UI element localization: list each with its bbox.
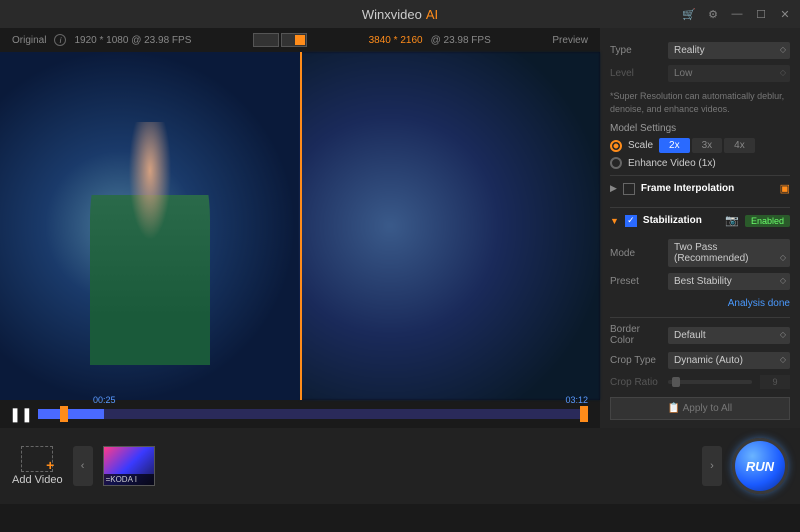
ratio-value: 9 [760, 375, 790, 389]
compare-divider[interactable] [300, 52, 302, 400]
frame-interp-checkbox[interactable] [623, 183, 635, 195]
enhance-label: Enhance Video (1x) [628, 158, 716, 169]
time-current: 00:25 [93, 395, 116, 405]
crop-select[interactable]: Dynamic (Auto) [668, 352, 790, 369]
thumb-next-button[interactable]: › [702, 446, 722, 486]
enabled-badge: Enabled [745, 215, 790, 227]
add-video-button[interactable]: Add Video [12, 446, 63, 486]
timeline-start-handle[interactable] [60, 406, 68, 422]
output-fps: @ 23.98 FPS [431, 35, 491, 46]
crop-label: Crop Type [610, 355, 660, 366]
stabilization-checkbox[interactable] [625, 215, 637, 227]
scale-2x[interactable]: 2x [659, 138, 690, 153]
app-name: Winxvideo [362, 7, 422, 22]
model-settings-label: Model Settings [610, 123, 790, 134]
preset-select[interactable]: Best Stability [668, 273, 790, 290]
preset-label: Preset [610, 276, 660, 287]
timeline-scrubber[interactable]: 00:25 03:12 [38, 409, 588, 419]
time-total: 03:12 [565, 395, 588, 405]
analysis-status: Analysis done [610, 298, 790, 309]
mode-select[interactable]: Two Pass (Recommended) [668, 239, 790, 267]
chevron-down-icon: ▼ [610, 216, 619, 226]
original-label: Original [12, 35, 46, 46]
border-label: Border Color [610, 324, 660, 346]
scale-3x[interactable]: 3x [692, 138, 723, 153]
info-icon[interactable]: i [54, 34, 66, 46]
compare-mode-b[interactable] [281, 33, 307, 47]
scale-4x[interactable]: 4x [724, 138, 755, 153]
stabilization-title: Stabilization [643, 215, 719, 226]
enhance-radio[interactable] [610, 157, 622, 169]
level-label: Level [610, 68, 660, 79]
thumb-prev-button[interactable]: ‹ [73, 446, 93, 486]
frame-interp-title: Frame Interpolation [641, 183, 774, 194]
run-button[interactable]: RUN [732, 438, 788, 494]
compare-mode-a[interactable] [253, 33, 279, 47]
ratio-label: Crop Ratio [610, 377, 660, 388]
camera-icon: 📷 [725, 214, 739, 227]
pause-button[interactable]: ❚❚ [12, 405, 30, 423]
video-thumbnail[interactable]: =KODA I [103, 446, 155, 486]
apply-all-button[interactable]: 📋 Apply to All [610, 397, 790, 420]
app-suffix: AI [426, 7, 438, 22]
preview-label: Preview [552, 35, 588, 46]
chevron-right-icon: ▶ [610, 183, 617, 194]
mode-label: Mode [610, 248, 660, 259]
add-video-label: Add Video [12, 474, 63, 486]
gear-icon[interactable]: ⚙ [706, 7, 720, 21]
thumb-label: =KODA I [104, 474, 154, 485]
video-preview[interactable] [0, 52, 600, 400]
type-select[interactable]: Reality [668, 42, 790, 59]
level-select: Low [668, 65, 790, 82]
close-icon[interactable]: ✕ [778, 7, 792, 21]
add-video-icon [21, 446, 53, 472]
type-label: Type [610, 45, 660, 56]
cart-icon[interactable]: 🛒 [682, 7, 696, 21]
hint-text: *Super Resolution can automatically debl… [610, 90, 790, 115]
timeline-end-handle[interactable] [580, 406, 588, 422]
minimize-icon[interactable]: — [730, 7, 744, 21]
border-select[interactable]: Default [668, 327, 790, 344]
maximize-icon[interactable]: ☐ [754, 7, 768, 21]
frame-interp-header[interactable]: ▶ Frame Interpolation ▣ [610, 175, 790, 201]
frame-interp-icon: ▣ [780, 182, 790, 195]
output-resolution: 3840 * 2160 [369, 35, 423, 46]
scale-label: Scale [628, 140, 653, 151]
scale-radio[interactable] [610, 140, 622, 152]
input-resolution: 1920 * 1080 @ 23.98 FPS [74, 35, 191, 46]
apply-icon: 📋 [668, 403, 680, 414]
stabilization-header[interactable]: ▼ Stabilization 📷 Enabled [610, 207, 790, 233]
ratio-slider [668, 380, 752, 384]
